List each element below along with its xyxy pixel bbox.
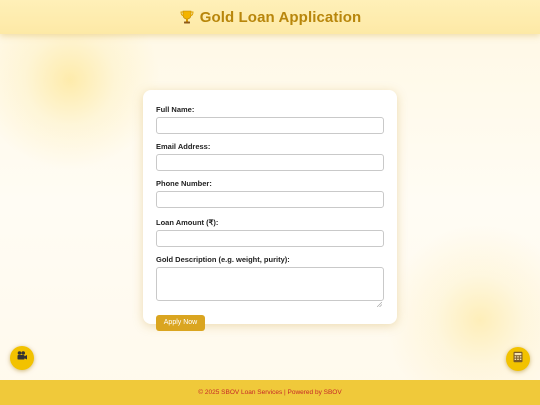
full-name-input[interactable]: [156, 117, 384, 134]
video-camera-icon: [16, 349, 28, 367]
loan-amount-input[interactable]: [156, 230, 384, 247]
loan-amount-label: Loan Amount (₹):: [156, 218, 219, 227]
page-header: Gold Loan Application: [0, 0, 540, 34]
trophy-icon: [179, 9, 195, 25]
phone-label: Phone Number:: [156, 179, 212, 188]
page-title: Gold Loan Application: [199, 8, 362, 26]
calculator-icon: [512, 350, 524, 368]
gold-description-label: Gold Description (e.g. weight, purity):: [156, 255, 290, 264]
email-input[interactable]: [156, 154, 384, 171]
video-call-button[interactable]: [10, 346, 34, 370]
full-name-label: Full Name:: [156, 105, 195, 114]
apply-now-button[interactable]: Apply Now: [156, 314, 205, 331]
footer-copyright: © 2025 SBOV Loan Services | Powered by S…: [198, 389, 342, 396]
resize-grip-icon[interactable]: [376, 294, 383, 308]
email-label: Email Address:: [156, 142, 211, 151]
calculator-button[interactable]: [506, 347, 530, 371]
header-title-group: Gold Loan Application: [179, 9, 362, 26]
phone-input[interactable]: [156, 191, 384, 208]
gold-description-textarea[interactable]: [156, 267, 384, 308]
page-footer: © 2025 SBOV Loan Services | Powered by S…: [0, 380, 540, 405]
loan-application-form: Full Name: Email Address: Phone Number: …: [143, 90, 397, 331]
